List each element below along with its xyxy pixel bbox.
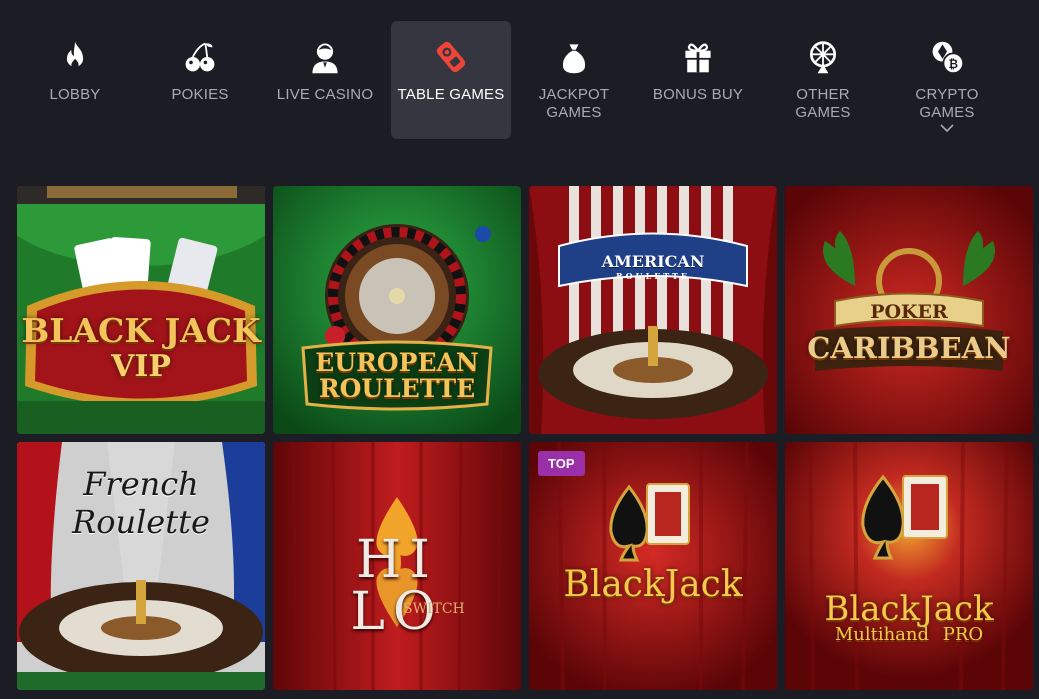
game-tile-poker-caribbean[interactable]: POKER CARIBBEAN	[785, 186, 1033, 434]
crypto-coins-icon: ₿	[927, 37, 967, 77]
nav-item-live-casino[interactable]: LIVE CASINO	[265, 21, 385, 139]
game-subtitle: ROULETTE	[318, 374, 476, 403]
nav-label: OTHER GAMES	[795, 86, 851, 121]
cherries-icon	[180, 37, 220, 77]
nav-item-crypto-games[interactable]: ₿ CRYPTO GAMES	[887, 21, 1007, 139]
game-tile-blackjack[interactable]: TOP BlackJack	[529, 442, 777, 690]
nav-item-lobby[interactable]: LOBBY	[15, 21, 135, 139]
game-tile-european-roulette[interactable]: EUROPEAN ROULETTE	[273, 186, 521, 434]
table-games-icon	[431, 37, 471, 77]
game-tile-blackjack-multihand-pro[interactable]: BlackJack Multihand PRO	[785, 442, 1033, 690]
nav-label: LIVE CASINO	[276, 86, 374, 103]
wheel-icon	[803, 37, 843, 77]
nav-label: BONUS BUY	[652, 86, 744, 103]
game-title: BlackJack	[563, 564, 743, 605]
game-tile-french-roulette[interactable]: French Roulette	[17, 442, 265, 690]
game-tile-american-roulette[interactable]: AMERICAN ROULETTE	[529, 186, 777, 434]
game-title: AMERICAN	[601, 252, 705, 271]
game-title: HI LO	[350, 530, 444, 642]
nav-item-pokies[interactable]: POKIES	[140, 21, 260, 139]
top-badge: TOP	[538, 451, 585, 476]
game-tile-hi-lo-switch[interactable]: HI LO SWITCH	[273, 442, 521, 690]
game-title: BlackJack	[824, 589, 994, 629]
game-subtitle: SWITCH	[403, 601, 465, 617]
game-title: French	[83, 465, 199, 503]
nav-item-bonus-buy[interactable]: BONUS BUY	[638, 21, 758, 139]
chevron-down-icon[interactable]	[940, 124, 954, 132]
game-artwork	[17, 186, 265, 434]
game-subtitle: CARIBBEAN	[807, 331, 1011, 365]
nav-label: TABLE GAMES	[397, 86, 505, 103]
dealer-icon	[305, 37, 345, 77]
nav-item-other-games[interactable]: OTHER GAMES	[763, 21, 883, 139]
game-artwork	[785, 442, 1033, 690]
nav-label: POKIES	[171, 86, 229, 103]
game-subtitle: Roulette	[72, 503, 210, 541]
nav-label: LOBBY	[49, 86, 101, 103]
flame-icon	[55, 37, 95, 77]
game-tile-blackjack-vip[interactable]: BLACK JACK VIP	[17, 186, 265, 434]
nav-item-table-games[interactable]: TABLE GAMES	[391, 21, 511, 139]
svg-text:₿: ₿	[948, 58, 958, 71]
game-title: BLACK JACK	[21, 311, 261, 350]
gift-icon	[678, 37, 718, 77]
game-title: EUROPEAN	[315, 348, 479, 377]
money-bag-icon	[554, 37, 594, 77]
game-title: POKER	[870, 301, 948, 323]
game-subtitle: Multihand PRO	[834, 624, 984, 645]
game-subtitle: ROULETTE	[615, 271, 691, 281]
category-nav: LOBBY POKIES LIVE CASINO TABLE GAMES JAC…	[13, 21, 1023, 141]
nav-item-jackpot-games[interactable]: JACKPOT GAMES	[514, 21, 634, 139]
nav-label: JACKPOT GAMES	[538, 86, 610, 121]
game-subtitle: VIP	[111, 349, 171, 384]
nav-label: CRYPTO GAMES	[915, 86, 979, 121]
game-artwork	[529, 186, 777, 434]
